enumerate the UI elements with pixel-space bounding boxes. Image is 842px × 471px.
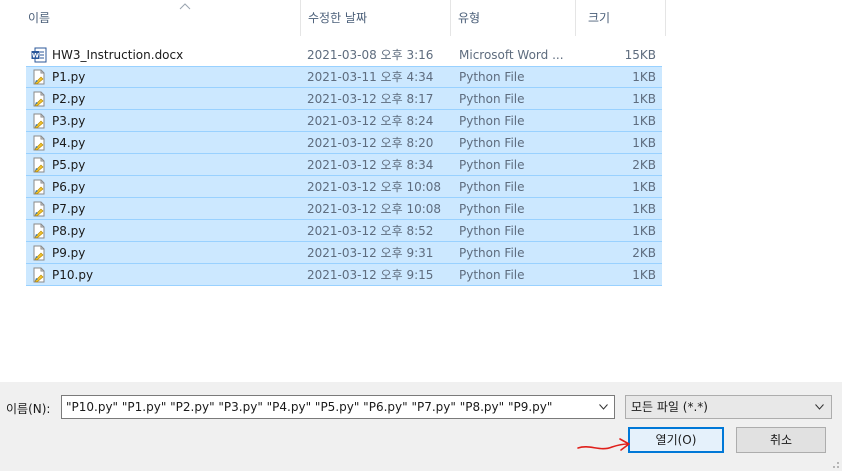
file-row[interactable]: P6.py 2021-03-12 오후 10:08 Python File 1KB	[0, 176, 842, 198]
file-icon-cell	[31, 176, 49, 198]
file-type: Python File	[459, 114, 525, 128]
open-button[interactable]: 열기(O)	[628, 427, 724, 453]
file-row[interactable]: P4.py 2021-03-12 오후 8:20 Python File 1KB	[0, 132, 842, 154]
file-row[interactable]: P3.py 2021-03-12 오후 8:24 Python File 1KB	[0, 110, 842, 132]
file-date: 2021-03-12 오후 8:34	[307, 158, 434, 172]
column-divider[interactable]	[665, 0, 666, 36]
file-row[interactable]: P9.py 2021-03-12 오후 9:31 Python File 2KB	[0, 242, 842, 264]
file-date: 2021-03-12 오후 9:15	[307, 268, 434, 282]
file-row[interactable]: P8.py 2021-03-12 오후 8:52 Python File 1KB	[0, 220, 842, 242]
file-icon-cell	[31, 132, 49, 154]
file-date: 2021-03-12 오후 10:08	[307, 180, 442, 194]
file-row[interactable]: P1.py 2021-03-11 오후 4:34 Python File 1KB	[0, 66, 842, 88]
file-name: P4.py	[52, 136, 86, 150]
file-icon-cell	[31, 154, 49, 176]
filename-input-value: "P10.py" "P1.py" "P2.py" "P3.py" "P4.py"…	[66, 400, 553, 414]
file-size: 1KB	[632, 268, 656, 282]
file-name: P3.py	[52, 114, 86, 128]
python-file-icon	[31, 201, 47, 217]
python-file-icon	[31, 91, 47, 107]
file-icon-cell	[31, 198, 49, 220]
file-date: 2021-03-12 오후 8:24	[307, 114, 434, 128]
file-name: P2.py	[52, 92, 86, 106]
file-date: 2021-03-12 오후 8:52	[307, 224, 434, 238]
file-date: 2021-03-12 오후 8:20	[307, 136, 434, 150]
file-size: 1KB	[632, 136, 656, 150]
file-size: 15KB	[624, 48, 656, 62]
python-file-icon	[31, 179, 47, 195]
python-file-icon	[31, 223, 47, 239]
file-type-filter-select[interactable]: 모든 파일 (*.*)	[625, 395, 832, 419]
file-type: Python File	[459, 268, 525, 282]
cancel-button[interactable]: 취소	[736, 427, 826, 453]
file-icon-cell	[31, 242, 49, 264]
chevron-down-icon[interactable]	[599, 404, 608, 410]
file-type-filter-value: 모든 파일 (*.*)	[631, 400, 708, 414]
file-name: P10.py	[52, 268, 94, 282]
file-type: Python File	[459, 70, 525, 84]
column-divider[interactable]	[575, 0, 576, 36]
file-row[interactable]: P2.py 2021-03-12 오후 8:17 Python File 1KB	[0, 88, 842, 110]
python-file-icon	[31, 113, 47, 129]
file-name: P7.py	[52, 202, 86, 216]
file-size: 2KB	[632, 246, 656, 260]
file-icon-cell	[31, 220, 49, 242]
python-file-icon	[31, 267, 47, 283]
column-header-size[interactable]: 크기	[580, 0, 665, 36]
file-icon-cell: W	[31, 44, 49, 66]
file-date: 2021-03-12 오후 10:08	[307, 202, 442, 216]
file-type: Python File	[459, 180, 525, 194]
python-file-icon	[31, 69, 47, 85]
file-size: 1KB	[632, 180, 656, 194]
file-name: HW3_Instruction.docx	[52, 48, 184, 62]
file-icon-cell	[31, 110, 49, 132]
word-document-icon: W	[31, 47, 47, 63]
file-type: Python File	[459, 224, 525, 238]
file-type: Microsoft Word ...	[459, 48, 564, 62]
column-header-date[interactable]: 수정한 날짜	[300, 0, 450, 36]
file-date: 2021-03-12 오후 9:31	[307, 246, 434, 260]
column-header-name[interactable]: 이름	[20, 0, 300, 36]
file-row[interactable]: P10.py 2021-03-12 오후 9:15 Python File 1KB	[0, 264, 842, 286]
file-date: 2021-03-11 오후 4:34	[307, 70, 434, 84]
file-size: 1KB	[632, 70, 656, 84]
file-row[interactable]: P7.py 2021-03-12 오후 10:08 Python File 1KB	[0, 198, 842, 220]
file-date: 2021-03-12 오후 8:17	[307, 92, 434, 106]
file-type: Python File	[459, 92, 525, 106]
file-size: 1KB	[632, 224, 656, 238]
file-list-header: 이름 수정한 날짜 유형 크기	[0, 0, 842, 36]
file-date: 2021-03-08 오후 3:16	[307, 48, 434, 62]
resize-grip-icon[interactable]	[828, 457, 840, 469]
svg-text:W: W	[32, 52, 39, 60]
file-name: P5.py	[52, 158, 86, 172]
file-type: Python File	[459, 202, 525, 216]
file-size: 1KB	[632, 114, 656, 128]
file-size: 1KB	[632, 202, 656, 216]
filename-label: 이름(N):	[6, 402, 51, 416]
python-file-icon	[31, 157, 47, 173]
column-header-type[interactable]: 유형	[450, 0, 575, 36]
file-size: 2KB	[632, 158, 656, 172]
file-name: P9.py	[52, 246, 86, 260]
file-row[interactable]: P5.py 2021-03-12 오후 8:34 Python File 2KB	[0, 154, 842, 176]
file-icon-cell	[31, 264, 49, 286]
file-icon-cell	[31, 88, 49, 110]
file-type: Python File	[459, 246, 525, 260]
red-arrow-annotation-icon	[577, 438, 630, 451]
chevron-down-icon	[815, 404, 824, 410]
file-size: 1KB	[632, 92, 656, 106]
python-file-icon	[31, 135, 47, 151]
file-icon-cell	[31, 66, 49, 88]
file-row[interactable]: W HW3_Instruction.docx 2021-03-08 오후 3:16 M…	[0, 44, 842, 66]
file-type: Python File	[459, 136, 525, 150]
file-name: P6.py	[52, 180, 86, 194]
python-file-icon	[31, 245, 47, 261]
file-name: P1.py	[52, 70, 86, 84]
file-name: P8.py	[52, 224, 86, 238]
filename-input[interactable]: "P10.py" "P1.py" "P2.py" "P3.py" "P4.py"…	[61, 395, 615, 419]
file-type: Python File	[459, 158, 525, 172]
